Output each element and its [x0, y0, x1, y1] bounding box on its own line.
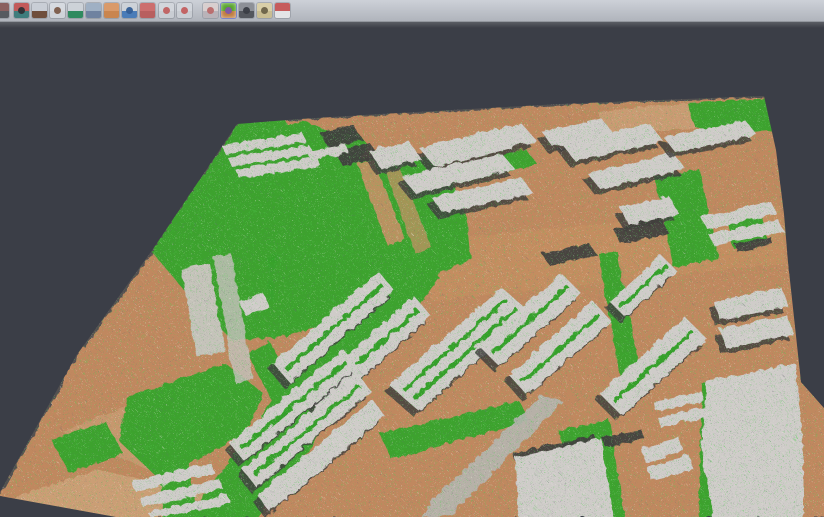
orange-plane-icon[interactable]: [104, 3, 119, 18]
sample-points-icon[interactable]: [50, 3, 65, 18]
tan-annotation-icon-glyph: [261, 7, 268, 14]
application-window: { "window": { "toolbar_bg": "#b8bcc4", "…: [0, 0, 824, 517]
red-teal-points-icon[interactable]: [14, 3, 29, 18]
red-crop-brackets-icon[interactable]: [177, 3, 192, 18]
red-teal-points-icon-glyph: [18, 7, 25, 14]
red-ring-icon-glyph: [163, 7, 170, 14]
light-speckle-noise: [0, 88, 824, 517]
blue-globe-icon-glyph: [126, 7, 133, 14]
red-crop-brackets-icon-glyph: [181, 7, 188, 14]
red-list-icon[interactable]: [140, 3, 155, 18]
app-toolbar: [0, 0, 824, 22]
classification-colors-icon[interactable]: [221, 3, 236, 18]
green-terrain-icon[interactable]: [68, 3, 83, 18]
red-flag-icon[interactable]: [275, 3, 290, 18]
terrain-mountain-icon[interactable]: [32, 3, 47, 18]
red-ring-icon[interactable]: [159, 3, 174, 18]
3d-viewport[interactable]: [0, 22, 824, 517]
checker-delete-icon-glyph: [207, 7, 214, 14]
blue-globe-icon[interactable]: [122, 3, 137, 18]
point-cloud-svg[interactable]: [0, 22, 824, 517]
binoculars-icon-glyph: [243, 7, 250, 14]
classification-colors-icon-glyph: [225, 7, 232, 14]
maroon-tool-icon[interactable]: [0, 3, 9, 18]
checker-delete-icon[interactable]: [203, 3, 218, 18]
blue-column-icon[interactable]: [86, 3, 101, 18]
tan-annotation-icon[interactable]: [257, 3, 272, 18]
point-cloud-layer: [0, 88, 824, 517]
binoculars-icon[interactable]: [239, 3, 254, 18]
sample-points-icon-glyph: [54, 7, 61, 14]
